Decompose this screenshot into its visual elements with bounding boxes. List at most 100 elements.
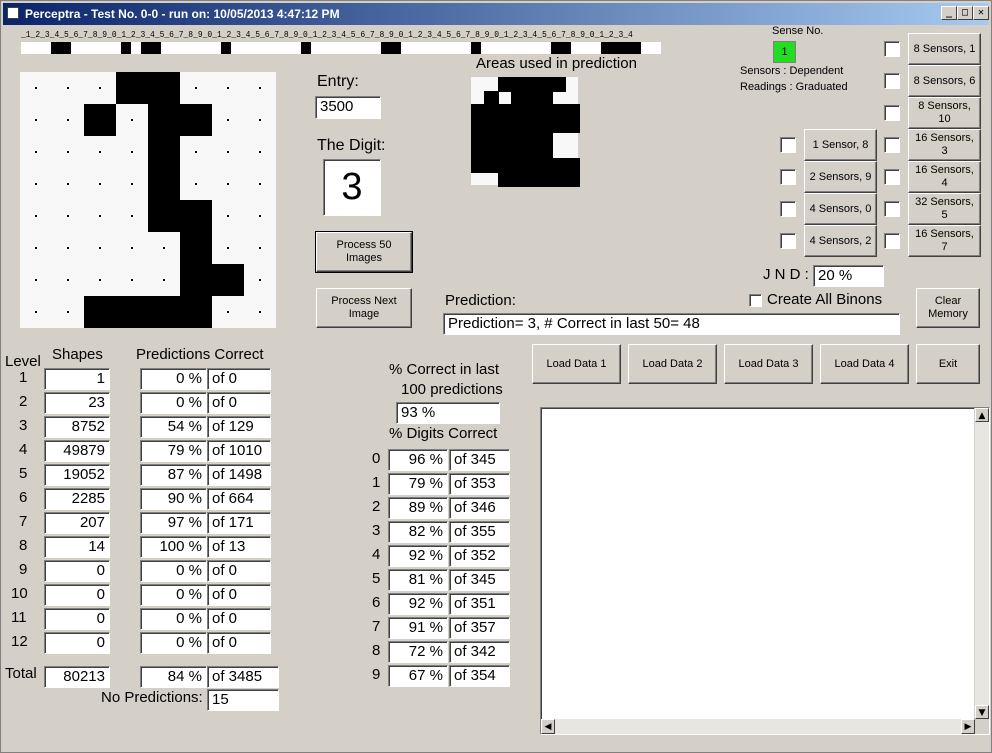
grid-dot xyxy=(99,183,101,185)
predictions-header: Predictions Correct xyxy=(136,346,264,363)
shapes-value: 19052 xyxy=(44,464,110,486)
minimize-button[interactable]: _ xyxy=(941,6,957,20)
digit-pct: 91 % xyxy=(388,617,448,639)
grid-dot xyxy=(195,151,197,153)
grid-dot xyxy=(99,247,101,249)
grid-dot xyxy=(35,311,37,313)
sensor-checkbox[interactable] xyxy=(780,169,796,185)
area-pixel xyxy=(511,131,526,146)
grid-dot xyxy=(163,279,165,281)
sensor-button[interactable]: 32 Sensors, 5 xyxy=(908,193,981,225)
predictions-of: of 171 xyxy=(207,512,271,534)
level-number: 1 xyxy=(19,369,28,386)
sensor-button[interactable]: 2 Sensors, 9 xyxy=(804,161,877,193)
sensor-checkbox[interactable] xyxy=(884,201,900,217)
output-memo[interactable]: ▲ ▼ ◀ ▶ xyxy=(540,407,990,735)
grid-dot xyxy=(195,247,197,249)
scroll-down-arrow-icon[interactable]: ▼ xyxy=(975,705,989,719)
digit-ruler: _1_2_3_4_5_6_7_8_9_0_1_2_3_4_5_6_7_8_9_0… xyxy=(21,30,633,40)
sensor-checkbox[interactable] xyxy=(884,137,900,153)
load-data-2-button[interactable]: Load Data 2 xyxy=(628,344,717,384)
grid-dot xyxy=(131,311,133,313)
window-title: Perceptra - Test No. 0-0 - run on: 10/05… xyxy=(25,7,340,21)
clear-memory-button[interactable]: Clear Memory xyxy=(916,288,980,328)
predictions-pct: 97 % xyxy=(140,512,207,534)
horizontal-scrollbar[interactable]: ◀ ▶ xyxy=(541,719,975,734)
last100-value: 93 % xyxy=(396,402,500,424)
sensor-checkbox[interactable] xyxy=(884,73,900,89)
predictions-of: of 0 xyxy=(207,608,271,630)
area-pixel xyxy=(565,118,580,133)
sensor-strip xyxy=(21,42,661,54)
load-data-1-button[interactable]: Load Data 1 xyxy=(532,344,621,384)
process-next-image-button[interactable]: Process Next Image xyxy=(316,288,412,328)
sensor-button[interactable]: 16 Sensors, 4 xyxy=(908,161,981,193)
level-number: 3 xyxy=(19,417,28,434)
title-bar[interactable]: Perceptra - Test No. 0-0 - run on: 10/05… xyxy=(3,3,989,25)
maximize-button[interactable]: □ xyxy=(957,6,973,20)
predictions-of: of 0 xyxy=(207,632,271,654)
level-number: 10 xyxy=(11,585,28,602)
grid-dot xyxy=(259,151,261,153)
level-header: Level xyxy=(5,353,41,370)
sensor-button[interactable]: 1 Sensor, 8 xyxy=(804,129,877,161)
vertical-scrollbar[interactable]: ▲ ▼ xyxy=(974,408,989,719)
scroll-up-arrow-icon[interactable]: ▲ xyxy=(975,408,989,422)
sensor-button[interactable]: 4 Sensors, 2 xyxy=(804,225,877,257)
predictions-pct: 100 % xyxy=(140,536,207,558)
close-button[interactable]: ✕ xyxy=(973,6,989,20)
grid-dot xyxy=(195,119,197,121)
exit-button[interactable]: Exit xyxy=(916,344,980,384)
grid-dot xyxy=(195,87,197,89)
grid-dot xyxy=(227,279,229,281)
strip-segment xyxy=(381,42,401,54)
grid-dot xyxy=(99,215,101,217)
sensor-checkbox[interactable] xyxy=(884,105,900,121)
grid-dot xyxy=(35,247,37,249)
digit-number: 7 xyxy=(372,618,381,635)
level-number: 9 xyxy=(19,561,28,578)
grid-dot xyxy=(227,87,229,89)
sensor-button[interactable]: 4 Sensors, 0 xyxy=(804,193,877,225)
create-all-binons-checkbox[interactable] xyxy=(749,294,762,307)
area-pixel xyxy=(551,118,566,133)
process-50-images-button[interactable]: Process 50 Images xyxy=(315,231,413,273)
sensor-checkbox[interactable] xyxy=(780,137,796,153)
level-number: 11 xyxy=(11,609,27,626)
entry-input[interactable]: 3500 xyxy=(315,96,381,119)
predictions-of: of 129 xyxy=(207,416,271,438)
digit-of: of 351 xyxy=(449,593,510,615)
predictions-of: of 664 xyxy=(207,488,271,510)
strip-segment xyxy=(221,42,231,54)
load-data-4-button[interactable]: Load Data 4 xyxy=(820,344,909,384)
scroll-left-arrow-icon[interactable]: ◀ xyxy=(541,719,555,734)
areas-label: Areas used in prediction xyxy=(476,55,637,72)
digit-number: 8 xyxy=(372,642,381,659)
area-pixel xyxy=(511,77,526,92)
load-data-3-button[interactable]: Load Data 3 xyxy=(724,344,813,384)
jnd-input[interactable]: 20 % xyxy=(813,265,884,287)
sensor-button[interactable]: 8 Sensors, 1 xyxy=(908,33,981,65)
grid-dot xyxy=(67,311,69,313)
level-number: 6 xyxy=(19,489,28,506)
sensor-checkbox[interactable] xyxy=(780,233,796,249)
sensor-button[interactable]: 8 Sensors, 10 xyxy=(908,97,981,129)
sensor-button[interactable]: 16 Sensors, 7 xyxy=(908,225,981,257)
shapes-value: 1 xyxy=(44,368,110,390)
digit-number: 2 xyxy=(372,498,381,515)
strip-segment xyxy=(121,42,131,54)
sensor-checkbox[interactable] xyxy=(884,41,900,57)
sensor-checkbox[interactable] xyxy=(884,233,900,249)
sensor-checkbox[interactable] xyxy=(884,169,900,185)
grid-dot xyxy=(259,183,261,185)
sensor-checkbox[interactable] xyxy=(780,201,796,217)
area-pixel xyxy=(551,172,566,187)
scroll-right-arrow-icon[interactable]: ▶ xyxy=(961,719,975,734)
digit-pct: 82 % xyxy=(388,521,448,543)
last100-label-1: % Correct in last xyxy=(389,361,500,378)
grid-dot xyxy=(227,215,229,217)
grid-dot xyxy=(99,311,101,313)
sensor-button[interactable]: 16 Sensors, 3 xyxy=(908,129,981,161)
entry-label: Entry: xyxy=(317,73,359,90)
sensor-button[interactable]: 8 Sensors, 6 xyxy=(908,65,981,97)
